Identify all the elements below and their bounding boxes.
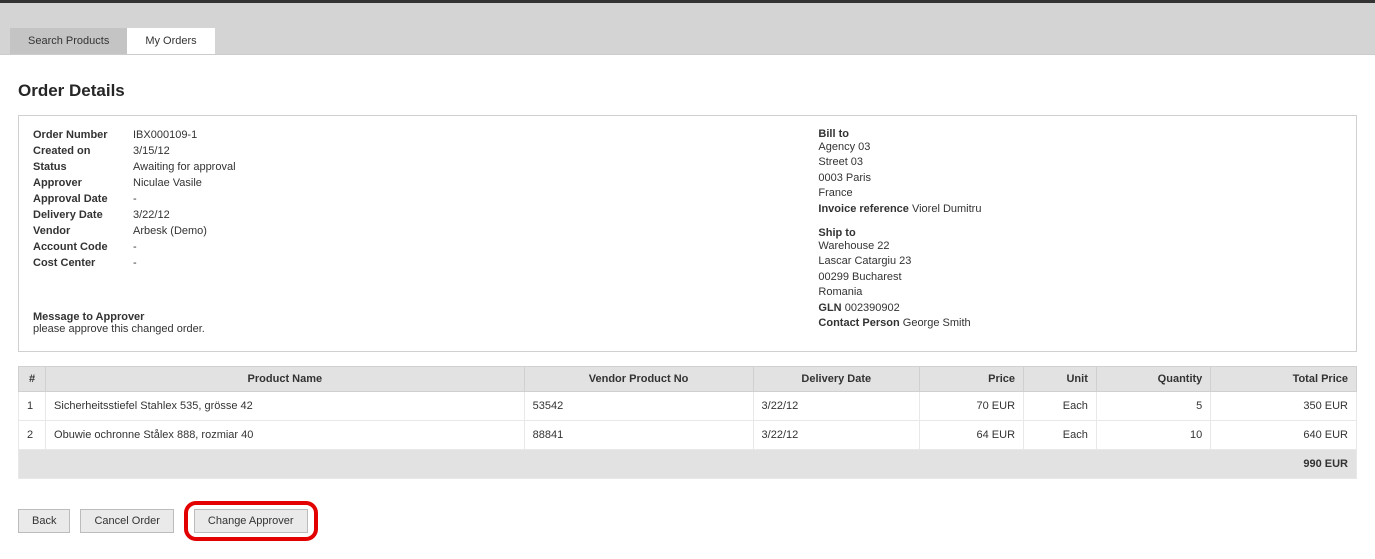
line-items-table: # Product Name Vendor Product No Deliver… xyxy=(18,366,1357,479)
label-status: Status xyxy=(33,160,133,176)
button-bar: Back Cancel Order Change Approver xyxy=(18,501,1357,541)
cell-delivery: 3/22/12 xyxy=(753,392,919,421)
label-cost-center: Cost Center xyxy=(33,256,133,272)
bill-to-line: Agency 03 xyxy=(818,140,1342,155)
cell-vendor-no: 88841 xyxy=(524,421,753,450)
label-order-number: Order Number xyxy=(33,128,133,144)
col-idx: # xyxy=(19,367,46,392)
label-vendor: Vendor xyxy=(33,224,133,240)
gln-value: 002390902 xyxy=(845,302,900,314)
cancel-order-button[interactable]: Cancel Order xyxy=(80,509,173,533)
bill-to-line: Street 03 xyxy=(818,155,1342,170)
cell-idx: 2 xyxy=(19,421,46,450)
ship-to-line: Lascar Catargiu 23 xyxy=(818,254,1342,269)
gln-label: GLN xyxy=(818,302,841,314)
page-title: Order Details xyxy=(18,81,1357,101)
bill-to-line: France xyxy=(818,186,1342,201)
back-button[interactable]: Back xyxy=(18,509,70,533)
cell-total: 640 EUR xyxy=(1211,421,1357,450)
value-message-to-approver: please approve this changed order. xyxy=(33,323,688,335)
cell-price: 64 EUR xyxy=(920,421,1024,450)
value-approval-date: - xyxy=(133,192,137,208)
table-header-row: # Product Name Vendor Product No Deliver… xyxy=(19,367,1357,392)
col-delivery-date: Delivery Date xyxy=(753,367,919,392)
bill-to-line: 0003 Paris xyxy=(818,171,1342,186)
col-price: Price xyxy=(920,367,1024,392)
ship-to-line: Romania xyxy=(818,285,1342,300)
label-account-code: Account Code xyxy=(33,240,133,256)
order-details-box: Order NumberIBX000109-1 Created on3/15/1… xyxy=(18,115,1357,352)
ship-to-label: Ship to xyxy=(818,227,1342,239)
cell-unit: Each xyxy=(1024,392,1097,421)
value-created-on: 3/15/12 xyxy=(133,144,170,160)
value-account-code: - xyxy=(133,240,137,256)
bill-to-label: Bill to xyxy=(818,128,1342,140)
ship-to-line: Warehouse 22 xyxy=(818,239,1342,254)
label-approver: Approver xyxy=(33,176,133,192)
cell-qty: 10 xyxy=(1096,421,1210,450)
value-approver: Niculae Vasile xyxy=(133,176,202,192)
value-delivery-date: 3/22/12 xyxy=(133,208,170,224)
label-delivery-date: Delivery Date xyxy=(33,208,133,224)
cell-delivery: 3/22/12 xyxy=(753,421,919,450)
cell-idx: 1 xyxy=(19,392,46,421)
cell-qty: 5 xyxy=(1096,392,1210,421)
change-approver-button[interactable]: Change Approver xyxy=(194,509,308,533)
contact-value: George Smith xyxy=(903,317,971,329)
label-created-on: Created on xyxy=(33,144,133,160)
table-row: 1Sicherheitsstiefel Stahlex 535, grösse … xyxy=(19,392,1357,421)
value-order-number: IBX000109-1 xyxy=(133,128,197,144)
col-unit: Unit xyxy=(1024,367,1097,392)
col-total: Total Price xyxy=(1211,367,1357,392)
cell-vendor-no: 53542 xyxy=(524,392,753,421)
content-area: Order Details Order NumberIBX000109-1 Cr… xyxy=(0,55,1375,559)
tab-search-products[interactable]: Search Products xyxy=(10,28,127,54)
value-status: Awaiting for approval xyxy=(133,160,236,176)
value-vendor: Arbesk (Demo) xyxy=(133,224,207,240)
label-message-to-approver: Message to Approver xyxy=(33,311,688,323)
value-cost-center: - xyxy=(133,256,137,272)
address-block: Bill to Agency 03 Street 03 0003 Paris F… xyxy=(818,128,1342,341)
label-approval-date: Approval Date xyxy=(33,192,133,208)
cell-product-name: Sicherheitsstiefel Stahlex 535, grösse 4… xyxy=(46,392,525,421)
tab-my-orders[interactable]: My Orders xyxy=(127,28,214,54)
ship-to-line: 00299 Bucharest xyxy=(818,270,1342,285)
cell-unit: Each xyxy=(1024,421,1097,450)
col-vendor-no: Vendor Product No xyxy=(524,367,753,392)
highlight-ring: Change Approver xyxy=(184,501,318,541)
table-total-row: 990 EUR xyxy=(19,450,1357,479)
grand-total: 990 EUR xyxy=(19,450,1357,479)
order-info-block: Order NumberIBX000109-1 Created on3/15/1… xyxy=(33,128,688,341)
invoice-ref-label: Invoice reference xyxy=(818,203,909,215)
cell-total: 350 EUR xyxy=(1211,392,1357,421)
col-qty: Quantity xyxy=(1096,367,1210,392)
tab-bar: Search Products My Orders xyxy=(0,3,1375,55)
cell-product-name: Obuwie ochronne Stålex 888, rozmiar 40 xyxy=(46,421,525,450)
invoice-ref-value: Viorel Dumitru xyxy=(912,203,982,215)
cell-price: 70 EUR xyxy=(920,392,1024,421)
col-product-name: Product Name xyxy=(46,367,525,392)
table-row: 2Obuwie ochronne Stålex 888, rozmiar 408… xyxy=(19,421,1357,450)
contact-label: Contact Person xyxy=(818,317,899,329)
